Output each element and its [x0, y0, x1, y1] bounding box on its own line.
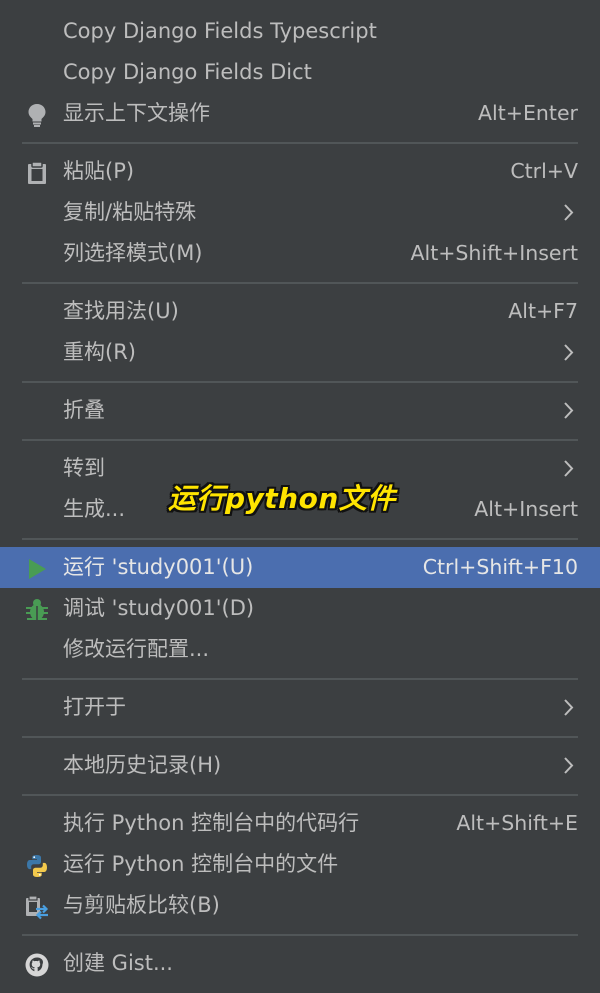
menu-item-compare-with-clipboard[interactable]: 与剪贴板比较(B) — [0, 885, 600, 926]
chevron-right-icon — [562, 390, 576, 431]
menu-item-modify-run-config[interactable]: 修改运行配置... — [0, 629, 600, 670]
menu-item-create-gist[interactable]: 创建 Gist... — [0, 943, 600, 984]
menu-separator — [0, 530, 600, 547]
menu-item-exec-in-python-console[interactable]: 执行 Python 控制台中的代码行 Alt+Shift+E — [0, 803, 600, 844]
shortcut-label: Alt+Shift+E — [456, 811, 578, 835]
shortcut-label: Alt+Enter — [478, 101, 578, 125]
menu-item-label: 创建 Gist... — [63, 951, 173, 975]
shortcut-label: Alt+Shift+Insert — [410, 241, 578, 265]
menu-item-label: 与剪贴板比较(B) — [63, 893, 220, 917]
menu-item-label: Copy Django Fields Typescript — [63, 19, 377, 43]
shortcut-label: Alt+Insert — [474, 497, 578, 521]
menu-item-local-history[interactable]: 本地历史记录(H) — [0, 745, 600, 786]
chevron-right-icon — [562, 745, 576, 786]
menu-item-label: 重构(R) — [63, 340, 136, 364]
menu-item-folding[interactable]: 折叠 — [0, 390, 600, 431]
menu-separator — [0, 134, 600, 151]
chevron-right-icon — [562, 687, 576, 728]
menu-item-label: 本地历史记录(H) — [63, 753, 222, 777]
chevron-right-icon — [562, 448, 576, 489]
menu-item-run-file-in-python-console[interactable]: 运行 Python 控制台中的文件 — [0, 844, 600, 885]
debug-bug-icon — [24, 596, 50, 622]
menu-item-run-study001[interactable]: 运行 'study001'(U) Ctrl+Shift+F10 — [0, 547, 600, 588]
menu-item-copy-paste-special[interactable]: 复制/粘贴特殊 — [0, 192, 600, 233]
menu-item-label: 调试 'study001'(D) — [63, 596, 255, 620]
menu-item-label: 转到 — [63, 456, 105, 480]
menu-item-copy-django-fields-typescript[interactable]: Copy Django Fields Typescript — [0, 11, 600, 52]
github-icon — [24, 951, 50, 977]
menu-item-label: 列选择模式(M) — [63, 241, 203, 265]
menu-item-label: 查找用法(U) — [63, 299, 179, 323]
menu-item-label: 粘贴(P) — [63, 159, 135, 183]
menu-item-label: 生成... — [63, 497, 126, 521]
menu-item-label: 打开于 — [63, 695, 126, 719]
shortcut-label: Ctrl+V — [510, 159, 578, 183]
menu-item-find-usages[interactable]: 查找用法(U) Alt+F7 — [0, 291, 600, 332]
menu-separator — [0, 728, 600, 745]
menu-item-label: 复制/粘贴特殊 — [63, 200, 197, 224]
menu-item-copy-django-fields-dict[interactable]: Copy Django Fields Dict — [0, 52, 600, 93]
menu-item-label: 修改运行配置... — [63, 637, 210, 661]
menu-item-debug-study001[interactable]: 调试 'study001'(D) — [0, 588, 600, 629]
menu-item-label: 执行 Python 控制台中的代码行 — [63, 811, 360, 835]
menu-separator — [0, 926, 600, 943]
shortcut-label: Alt+F7 — [508, 299, 578, 323]
shortcut-label: Ctrl+Shift+F10 — [422, 555, 578, 579]
context-menu: Copy Django Fields Typescript Copy Djang… — [0, 0, 600, 993]
annotation-caption: 运行python文件 — [168, 482, 396, 515]
menu-separator — [0, 670, 600, 687]
chevron-right-icon — [562, 332, 576, 373]
menu-item-label: 运行 Python 控制台中的文件 — [63, 852, 339, 876]
menu-separator — [0, 373, 600, 390]
run-play-icon — [24, 555, 50, 581]
chevron-right-icon — [562, 192, 576, 233]
clipboard-icon — [24, 159, 50, 185]
menu-item-show-context-actions[interactable]: 显示上下文操作 Alt+Enter — [0, 93, 600, 134]
menu-item-open-in[interactable]: 打开于 — [0, 687, 600, 728]
lightbulb-icon — [24, 101, 50, 127]
menu-item-column-selection-mode[interactable]: 列选择模式(M) Alt+Shift+Insert — [0, 233, 600, 274]
menu-separator — [0, 786, 600, 803]
menu-item-label: Copy Django Fields Dict — [63, 60, 312, 84]
menu-separator — [0, 274, 600, 291]
python-icon — [24, 852, 50, 878]
menu-separator — [0, 431, 600, 448]
menu-item-refactor[interactable]: 重构(R) — [0, 332, 600, 373]
menu-item-label: 折叠 — [63, 398, 105, 422]
menu-item-label: 显示上下文操作 — [63, 101, 210, 125]
menu-item-label: 运行 'study001'(U) — [63, 555, 254, 579]
menu-item-paste[interactable]: 粘贴(P) Ctrl+V — [0, 151, 600, 192]
compare-clipboard-icon — [24, 893, 50, 920]
